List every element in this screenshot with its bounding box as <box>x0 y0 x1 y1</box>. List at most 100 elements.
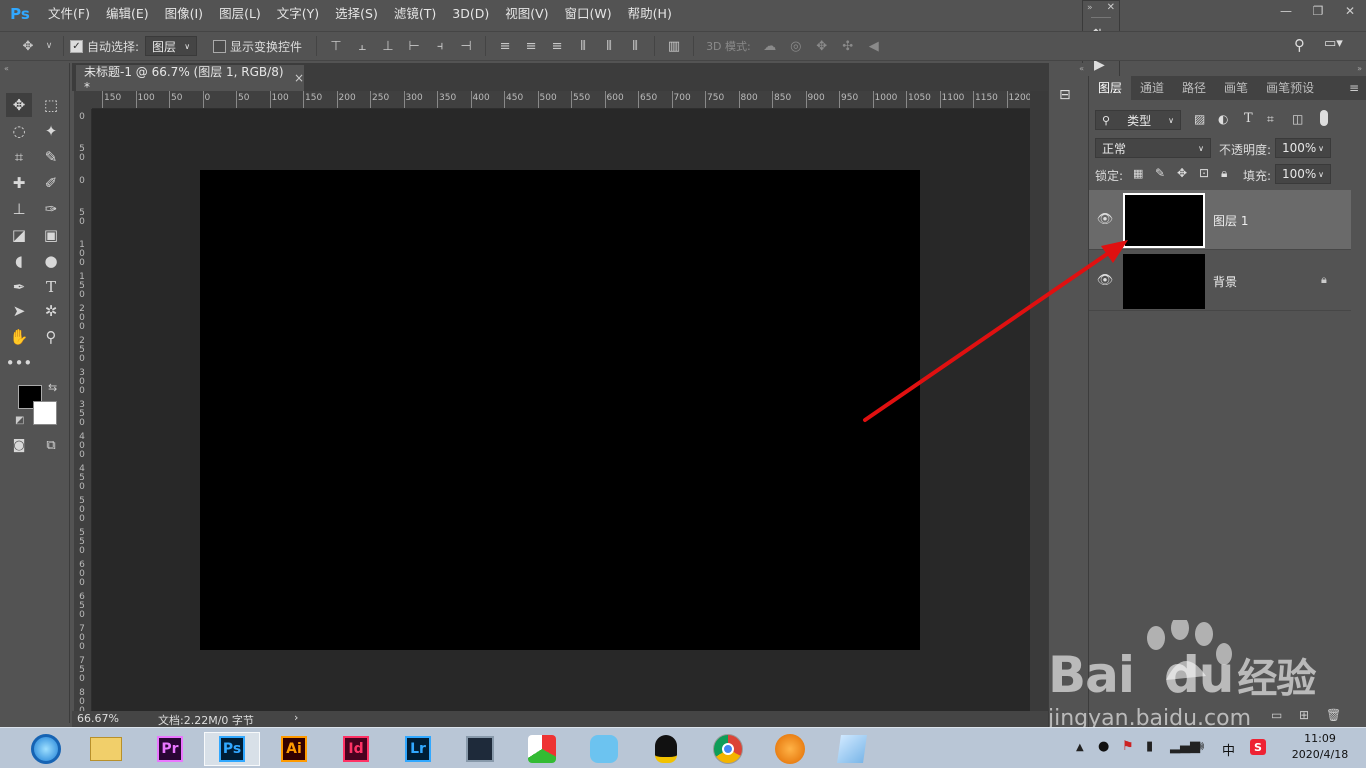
collapse-arrows-icon[interactable]: « <box>4 64 9 73</box>
custom-shape-tool-icon[interactable]: ✲ <box>38 299 64 323</box>
menu-3d[interactable]: 3D(D) <box>444 0 497 28</box>
gradient-tool-icon[interactable]: ▣ <box>38 223 64 247</box>
swap-colors-icon[interactable]: ⇆ <box>48 381 57 394</box>
search-icon[interactable]: ⚲ <box>1294 36 1314 56</box>
tray-qq-icon[interactable]: ● <box>1098 739 1109 754</box>
expand-arrows-icon[interactable]: » <box>1357 64 1362 73</box>
taskbar-explorer[interactable] <box>78 732 134 766</box>
taskbar-app-bird[interactable] <box>576 732 632 766</box>
restore-button[interactable]: ❐ <box>1302 0 1334 22</box>
auto-align-icon[interactable]: ▥ <box>664 36 684 56</box>
menu-filter[interactable]: 滤镜(T) <box>386 0 444 28</box>
drag-handle[interactable] <box>1091 17 1111 18</box>
menu-layer[interactable]: 图层(L) <box>211 0 269 28</box>
filter-adjustment-icon[interactable]: ◐ <box>1218 112 1228 126</box>
3d-slide-icon[interactable]: ✣ <box>838 36 858 56</box>
zoom-level[interactable]: 66.67% <box>77 712 119 725</box>
lock-image-icon[interactable]: ✎ <box>1155 166 1165 180</box>
screen-mode-icon[interactable]: ⧉ <box>38 433 64 457</box>
menu-view[interactable]: 视图(V) <box>497 0 556 28</box>
tray-battery-icon[interactable]: ▮ <box>1146 739 1153 754</box>
tray-volume-icon[interactable]: 🔊︎ <box>1196 739 1204 754</box>
taskbar-ie[interactable] <box>18 732 74 766</box>
layer-filter-dropdown[interactable]: ⚲ 类型 ∨ <box>1095 110 1181 130</box>
distribute-vcenter-icon[interactable]: ≡ <box>521 36 541 56</box>
visibility-eye-icon[interactable]: 👁︎ <box>1097 272 1114 288</box>
panel-menu-icon[interactable]: ≡ <box>1349 76 1366 100</box>
tab-channels[interactable]: 通道 <box>1131 76 1173 100</box>
close-button[interactable]: ✕ <box>1334 0 1366 22</box>
vertical-scrollbar[interactable] <box>1030 91 1048 711</box>
taskbar-app-orange[interactable] <box>762 732 818 766</box>
filter-type-icon[interactable]: T <box>1244 111 1253 126</box>
distribute-right-icon[interactable]: ⦀ <box>625 36 645 56</box>
blend-mode-dropdown[interactable]: 正常 ∨ <box>1095 138 1211 158</box>
taskbar-qq[interactable] <box>638 732 694 766</box>
type-tool-icon[interactable]: T <box>38 275 64 299</box>
3d-scale-icon[interactable]: ◀ <box>864 36 884 56</box>
chevron-down-icon[interactable]: ∨ <box>44 36 54 56</box>
zoom-tool-icon[interactable]: ⚲ <box>38 325 64 349</box>
lock-transparent-icon[interactable]: ▦ <box>1133 167 1143 180</box>
opacity-field[interactable]: 100% ∨ <box>1275 138 1331 158</box>
filter-pixel-icon[interactable]: ▨ <box>1194 112 1205 126</box>
lock-position-icon[interactable]: ✥ <box>1177 166 1187 180</box>
distribute-bottom-icon[interactable]: ≡ <box>547 36 567 56</box>
quick-mask-icon[interactable]: ◙ <box>6 433 32 457</box>
distribute-hcenter-icon[interactable]: ⦀ <box>599 36 619 56</box>
menu-image[interactable]: 图像(I) <box>157 0 211 28</box>
align-left-icon[interactable]: ⊢ <box>404 36 424 56</box>
align-bottom-icon[interactable]: ⊥ <box>378 36 398 56</box>
tab-brush-presets[interactable]: 画笔预设 <box>1257 76 1323 100</box>
menu-edit[interactable]: 编辑(E) <box>98 0 157 28</box>
new-layer-icon[interactable]: ⊞ <box>1299 708 1309 722</box>
default-colors-icon[interactable]: ◩ <box>15 415 24 426</box>
marquee-tool-icon[interactable]: ⬚ <box>38 93 64 117</box>
tab-layers[interactable]: 图层 <box>1089 76 1132 100</box>
taskbar-lightroom[interactable]: Lr <box>390 732 446 766</box>
close-tab-icon[interactable]: × <box>294 71 304 85</box>
layer-thumbnail[interactable] <box>1123 193 1205 248</box>
canvas-area[interactable] <box>92 109 1030 711</box>
layer-row-1[interactable]: 👁︎ 图层 1 <box>1089 190 1351 250</box>
taskbar-photoshop[interactable]: Ps <box>204 732 260 766</box>
taskbar-chrome[interactable] <box>700 732 756 766</box>
distribute-top-icon[interactable]: ≡ <box>495 36 515 56</box>
minimize-button[interactable]: — <box>1270 0 1302 22</box>
distribute-left-icon[interactable]: ⦀ <box>573 36 593 56</box>
eraser-tool-icon[interactable]: ◪ <box>6 223 32 247</box>
ruler-vertical[interactable]: 0500501001502002503003504004505005506006… <box>74 109 92 711</box>
3d-orbit-icon[interactable]: ☁ <box>760 36 780 56</box>
lock-artboard-icon[interactable]: ⊡ <box>1199 166 1209 180</box>
eyedropper-tool-icon[interactable]: ✎ <box>38 145 64 169</box>
layer-thumbnail[interactable] <box>1123 254 1205 309</box>
tray-sogou-icon[interactable]: S <box>1250 739 1266 755</box>
status-menu-arrow[interactable]: › <box>294 711 298 724</box>
background-color-swatch[interactable] <box>33 401 57 425</box>
taskbar-app-notepad[interactable] <box>824 732 880 766</box>
hand-tool-icon[interactable]: ✋ <box>6 325 32 349</box>
menu-help[interactable]: 帮助(H) <box>620 0 680 28</box>
collapse-arrows-icon[interactable]: » <box>1087 3 1093 13</box>
collapse-arrows-icon[interactable]: « <box>1079 64 1084 73</box>
healing-brush-tool-icon[interactable]: ✚ <box>6 171 32 195</box>
close-icon[interactable]: ✕ <box>1107 2 1115 13</box>
lasso-tool-icon[interactable]: ◌ <box>6 119 32 143</box>
auto-select-checkbox[interactable]: ✓ <box>70 39 83 53</box>
auto-select-dropdown[interactable]: 图层 ∨ <box>145 36 198 56</box>
3d-pan-icon[interactable]: ✥ <box>812 36 832 56</box>
layer-name[interactable]: 背景 <box>1213 273 1237 290</box>
more-tools-icon[interactable]: ••• <box>6 351 33 375</box>
fill-field[interactable]: 100% ∨ <box>1275 164 1331 184</box>
dodge-tool-icon[interactable]: ● <box>38 249 64 273</box>
delete-layer-icon[interactable]: 🗑︎ <box>1326 708 1341 722</box>
workspace-icon[interactable]: ▭▾ <box>1324 36 1348 56</box>
taskbar-indesign[interactable]: Id <box>328 732 384 766</box>
tab-paths[interactable]: 路径 <box>1173 76 1215 100</box>
filter-toggle[interactable] <box>1320 110 1328 126</box>
pen-tool-icon[interactable]: ✒ <box>6 275 32 299</box>
tray-expand-icon[interactable]: ▲ <box>1076 742 1084 753</box>
taskbar-app-kite[interactable] <box>514 732 570 766</box>
lock-all-icon[interactable]: 🔒︎ <box>1221 166 1227 181</box>
properties-panel-icon[interactable]: ⊟ <box>1059 87 1079 107</box>
